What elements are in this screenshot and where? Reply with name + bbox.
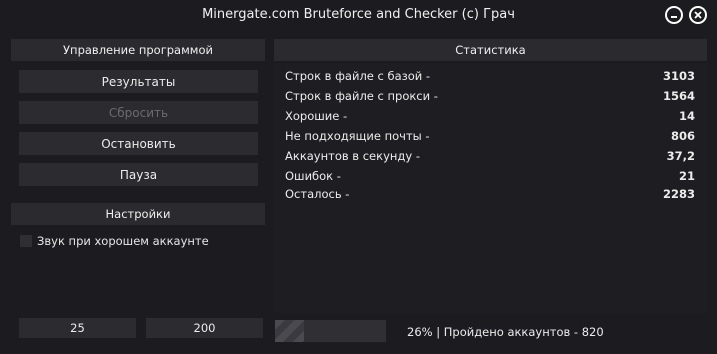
settings-header-label: Настройки (105, 207, 171, 221)
stat-value: 37,2 (666, 149, 695, 163)
results-button[interactable]: Результаты (19, 70, 258, 93)
progress-bar (275, 320, 386, 342)
stat-label: Не подходящие почты - (285, 129, 430, 143)
progress-text: 26% | Пройдено аккаунтов - 820 (407, 325, 604, 339)
stat-value: 1564 (662, 89, 695, 103)
minimize-button[interactable] (665, 6, 683, 24)
sound-checkbox[interactable] (20, 235, 32, 247)
window-title: Minergate.com Bruteforce and Checker (c)… (202, 7, 515, 22)
sound-checkbox-label: Звук при хорошем аккаунте (37, 234, 209, 248)
stat-row: Строк в файле с прокси - 1564 (285, 89, 695, 107)
stat-value: 14 (678, 109, 695, 123)
close-button[interactable] (689, 6, 707, 24)
stats-header: Статистика (274, 39, 707, 61)
minimize-icon (667, 8, 681, 22)
close-icon (691, 8, 705, 22)
title-bar: Minergate.com Bruteforce and Checker (c)… (0, 0, 717, 34)
stat-row: Осталось - 2283 (285, 187, 695, 205)
stat-value: 806 (670, 129, 695, 143)
stat-label: Аккаунтов в секунду - (285, 149, 420, 163)
stat-row: Строк в файле с базой - 3103 (285, 69, 695, 87)
value-right-field[interactable]: 200 (146, 318, 263, 338)
stat-label: Строк в файле с базой - (285, 69, 431, 83)
stat-row: Не подходящие почты - 806 (285, 129, 695, 147)
stats-header-label: Статистика (455, 43, 526, 57)
reset-button[interactable]: Сбросить (19, 101, 258, 124)
pause-button[interactable]: Пауза (19, 163, 258, 186)
stop-button[interactable]: Остановить (19, 132, 258, 155)
stat-label: Осталось - (285, 187, 350, 201)
stat-label: Хорошие - (285, 109, 348, 123)
stats-panel: Строк в файле с базой - 3103 Строк в фай… (274, 63, 707, 313)
value-left-field[interactable]: 25 (19, 318, 136, 338)
sound-option[interactable]: Звук при хорошем аккаунте (20, 234, 209, 248)
stat-value: 3103 (662, 69, 695, 83)
stat-label: Строк в файле с прокси - (285, 89, 438, 103)
progress-fill (275, 320, 304, 342)
stat-value: 2283 (662, 187, 695, 201)
stat-value: 21 (678, 169, 695, 183)
stat-label: Ошибок - (285, 169, 341, 183)
stat-row: Аккаунтов в секунду - 37,2 (285, 149, 695, 167)
stat-row: Ошибок - 21 (285, 169, 695, 187)
control-header: Управление программой (11, 39, 265, 61)
settings-header: Настройки (11, 203, 265, 225)
control-header-label: Управление программой (63, 43, 213, 57)
stat-row: Хорошие - 14 (285, 109, 695, 127)
